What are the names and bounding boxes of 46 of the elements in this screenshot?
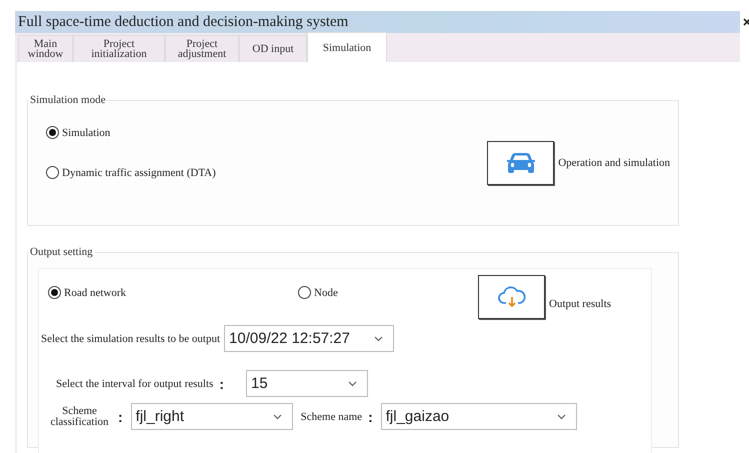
interval-dropdown[interactable]: 15 [246, 370, 368, 397]
results-dropdown[interactable]: 10/09/22 12:57:27 [224, 325, 394, 352]
dropdown-value: 10/09/22 12:57:27 [229, 330, 350, 347]
simulation-button[interactable] [487, 141, 554, 185]
radio-button[interactable] [46, 166, 59, 179]
colon: : [118, 408, 123, 424]
radio-button[interactable] [46, 126, 59, 139]
radio-option[interactable]: Dynamic traffic assignment (DTA) [46, 166, 216, 179]
chevron-down-icon [348, 380, 357, 386]
dropdown-value: 15 [251, 375, 268, 392]
radio-option[interactable]: Node [298, 286, 478, 299]
window-title: Full space-time deduction and decision-making system [17, 14, 348, 30]
dropdown-value: fjl_right [136, 408, 184, 425]
field-label: Scheme name [300, 410, 362, 422]
button-caption: Operation and simulation [558, 157, 670, 169]
radio-option[interactable]: Road network [48, 286, 298, 299]
radio-label: Dynamic traffic assignment (DTA) [62, 166, 216, 178]
tab[interactable]: OD input [239, 35, 307, 62]
radio-label: Road network [64, 286, 126, 298]
radio-button[interactable] [298, 286, 311, 299]
output-button[interactable] [478, 275, 545, 319]
group-title: Output setting [29, 246, 94, 258]
radio-label: Node [314, 286, 338, 298]
car-icon [504, 151, 537, 175]
field-label: Select the interval for output results [56, 378, 214, 390]
tab[interactable]: Project adjustment [165, 35, 239, 62]
tab[interactable]: Project initialization [73, 35, 165, 62]
button-caption: Output results [549, 298, 612, 310]
cloud-download-icon [496, 285, 526, 309]
scheme-name-dropdown[interactable]: fjl_gaizao [380, 403, 577, 430]
tab[interactable]: Simulation [307, 32, 387, 62]
close-icon[interactable] [743, 17, 749, 27]
radio-button[interactable] [48, 286, 61, 299]
chevron-down-icon [272, 414, 282, 420]
group-title: Simulation mode [29, 94, 106, 106]
field-label: Select the simulation results to be output [41, 332, 220, 344]
tab[interactable]: Main window [18, 35, 73, 62]
colon: : [368, 408, 373, 424]
dropdown-value: fjl_gaizao [386, 408, 450, 425]
radio-option[interactable]: Simulation [46, 126, 216, 139]
field-label: Scheme classification [49, 406, 110, 428]
chevron-down-icon [374, 336, 384, 342]
radio-label: Simulation [62, 126, 110, 138]
chevron-down-icon [556, 414, 566, 420]
classification-dropdown[interactable]: fjl_right [130, 403, 293, 430]
colon: : [219, 376, 224, 392]
